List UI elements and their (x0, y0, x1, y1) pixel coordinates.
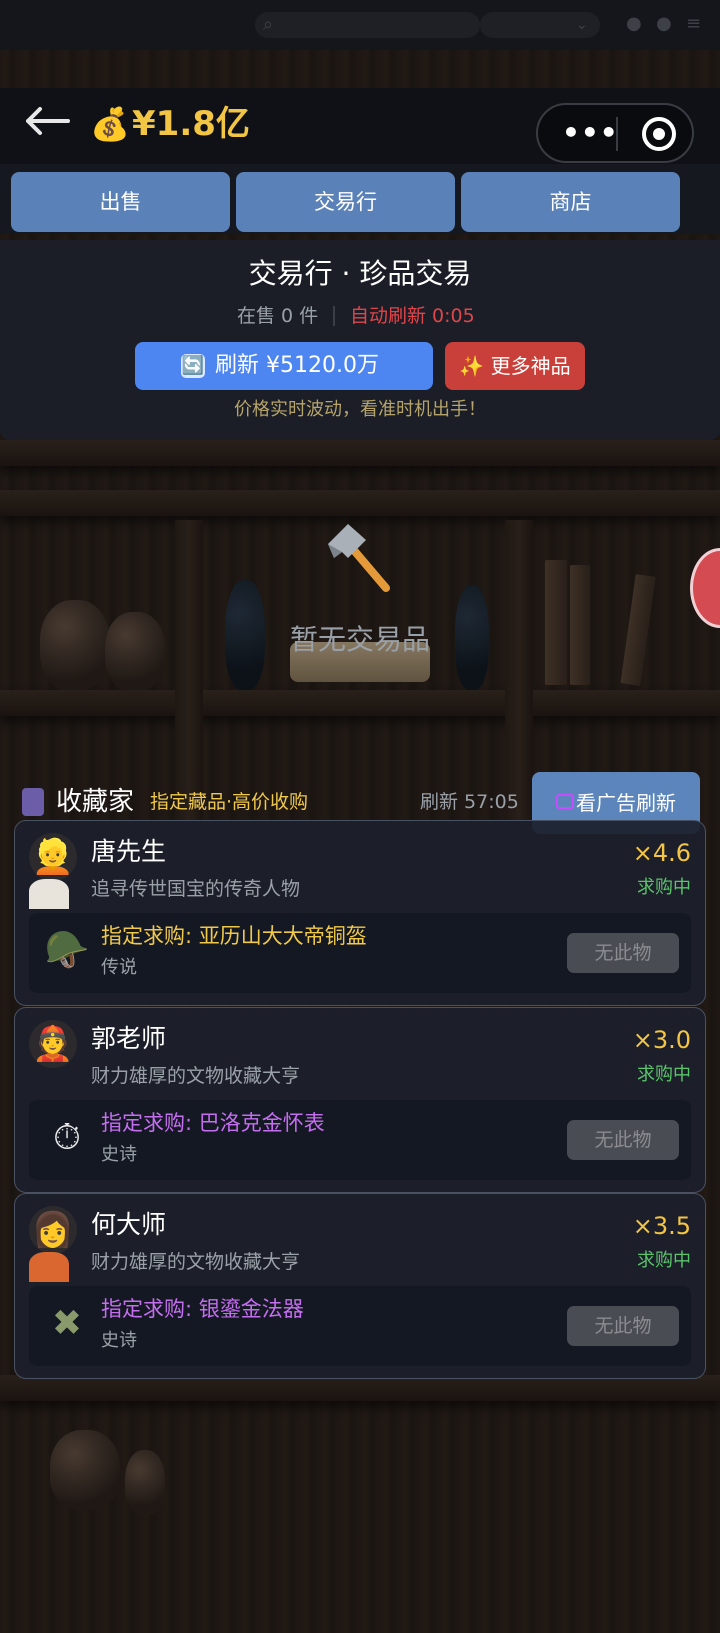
request-box: 🪖 指定求购: 亚历山大大帝铜盔 传说 无此物 (29, 913, 691, 993)
price-multiplier: ×4.6 (632, 839, 691, 867)
rarity-label: 传说 (101, 957, 137, 978)
stat-divider (333, 306, 335, 326)
rarity-label: 史诗 (101, 1144, 137, 1165)
avatar: 👱 (29, 833, 77, 881)
user-icon[interactable]: ● (656, 14, 672, 34)
price-tip: 价格实时波动，看准时机出手！ (234, 399, 486, 420)
request-item-label: 指定求购: 亚历山大大帝铜盔 (101, 924, 367, 948)
helmet-icon: 🪖 (44, 930, 90, 971)
collector-name: 唐先生 (91, 837, 167, 866)
refresh-button-label: 刷新 ¥5120.0万 (215, 353, 379, 378)
refresh-icon: 🔄 (181, 354, 205, 378)
hat-icon (22, 788, 44, 816)
close-target-icon[interactable] (642, 117, 676, 151)
pocket-watch-icon: ⏱ (52, 1117, 82, 1158)
more-treasures-button[interactable]: ✨ 更多神品 (445, 342, 585, 390)
avatar: 👩 (29, 1206, 77, 1254)
request-item-label: 指定求购: 巴洛克金怀表 (101, 1111, 325, 1135)
mini-program-capsule: ••• (536, 103, 694, 163)
no-item-button[interactable]: 无此物 (567, 1120, 679, 1160)
request-box: ✖ 指定求购: 银鎏金法器 史诗 无此物 (29, 1286, 691, 1366)
menu-icon[interactable]: ≡ (686, 14, 701, 34)
chevron-down-icon: ⌄ (576, 17, 588, 33)
system-bar: ⌕ ⌄ ● ● ≡ (0, 0, 720, 50)
collector-card: 👩 何大师 财力雄厚的文物收藏大亨 ×3.5 求购中 ✖ 指定求购: 银鎏金法器… (14, 1193, 706, 1379)
price-multiplier: ×3.5 (632, 1212, 691, 1240)
collector-description: 追寻传世国宝的传奇人物 (91, 878, 301, 900)
back-button[interactable] (24, 100, 70, 144)
system-dropdown[interactable]: ⌄ (480, 12, 600, 38)
collectors-refresh-timer: 刷新 57:05 (420, 791, 519, 813)
avatar: 👲 (29, 1020, 77, 1068)
page-title: 交易行 · 珍品交易 (248, 257, 472, 290)
status-badge: 求购中 (637, 1064, 691, 1085)
arrow-left-icon (26, 107, 70, 135)
request-item-label: 指定求购: 银鎏金法器 (101, 1297, 304, 1321)
price-multiplier: ×3.0 (632, 1026, 691, 1054)
system-search-field[interactable]: ⌕ (255, 12, 480, 38)
no-item-button[interactable]: 无此物 (567, 1306, 679, 1346)
money-bag-icon: 💰 (90, 105, 130, 143)
rarity-label: 史诗 (101, 1330, 137, 1351)
collectors-subtitle: 指定藏品·高价收购 (150, 791, 309, 813)
collector-description: 财力雄厚的文物收藏大亨 (91, 1251, 301, 1273)
more-options-button[interactable]: ••• (562, 117, 619, 149)
on-sale-count: 在售 0 件 (237, 305, 319, 327)
tab-sell[interactable]: 出售 (11, 172, 230, 232)
hammer-icon (328, 524, 390, 592)
status-badge: 求购中 (637, 1250, 691, 1271)
avatar-body (29, 879, 69, 909)
tv-icon (556, 794, 574, 809)
search-icon: ⌕ (263, 14, 274, 35)
collectors-title: 收藏家 (56, 787, 135, 817)
collector-card: 👲 郭老师 财力雄厚的文物收藏大亨 ×3.0 求购中 ⏱ 指定求购: 巴洛克金怀… (14, 1007, 706, 1193)
auto-refresh-timer: 自动刷新 0:05 (350, 305, 475, 327)
bell-icon[interactable]: ● (626, 14, 642, 34)
request-box: ⏱ 指定求购: 巴洛克金怀表 史诗 无此物 (29, 1100, 691, 1180)
no-item-button[interactable]: 无此物 (567, 933, 679, 973)
status-badge: 求购中 (637, 877, 691, 898)
refresh-button[interactable]: 🔄 刷新 ¥5120.0万 (135, 342, 433, 390)
capsule-divider (616, 117, 618, 151)
empty-state-text: 暂无交易品 (289, 623, 430, 656)
collector-description: 财力雄厚的文物收藏大亨 (91, 1065, 301, 1087)
collector-name: 郭老师 (91, 1024, 167, 1053)
avatar-body (29, 1252, 69, 1282)
balance-value: ¥1.8亿 (132, 104, 250, 144)
collector-name: 何大师 (91, 1210, 167, 1239)
tab-trading-house[interactable]: 交易行 (236, 172, 455, 232)
tab-shop[interactable]: 商店 (461, 172, 680, 232)
collector-card: 👱 唐先生 追寻传世国宝的传奇人物 ×4.6 求购中 🪖 指定求购: 亚历山大大… (14, 820, 706, 1006)
ritual-implement-icon: ✖ (51, 1303, 83, 1344)
